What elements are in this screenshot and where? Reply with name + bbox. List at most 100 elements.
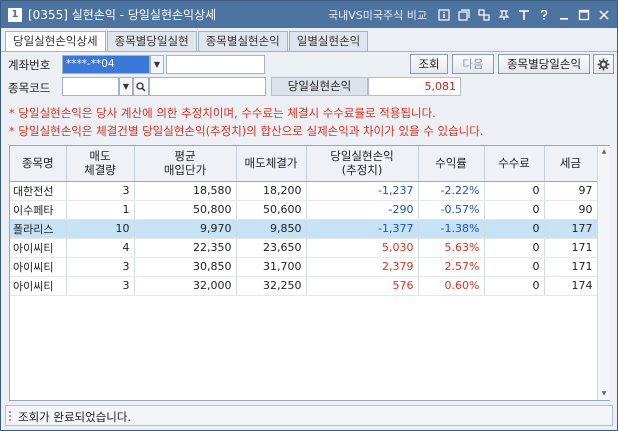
- cell-sell-qty: 4: [66, 238, 135, 258]
- link-window-icon[interactable]: [477, 8, 491, 22]
- cell-return-rate: 0.60%: [418, 276, 485, 296]
- app-window: 1 [0355] 실현손익 - 당일실현손익상세 국내VS미국주식 비교 당일실…: [0, 0, 618, 431]
- cell-tax: 90: [544, 200, 598, 220]
- close-icon[interactable]: [597, 8, 611, 22]
- header-daily-pl[interactable]: 당일실현손익 (추정치): [306, 146, 419, 182]
- cell-stock-name: 폴라리스: [10, 219, 67, 239]
- cell-tax: 174: [544, 276, 598, 296]
- table-row[interactable]: 아이씨티 4 22,350 23,650 5,030 5.63% 0 171: [10, 238, 598, 258]
- compare-link[interactable]: 국내VS미국주식 비교: [328, 7, 427, 23]
- tab-daily-by-stock[interactable]: 종목별당일실현: [106, 31, 197, 51]
- cell-daily-pl: -1,377: [306, 219, 419, 239]
- table-row[interactable]: 이수페타 1 50,800 50,600 -290 -0.57% 0 90: [10, 200, 598, 220]
- tab-realized-by-stock[interactable]: 종목별실현손익: [197, 31, 288, 51]
- header-fee[interactable]: 수수료: [484, 146, 545, 182]
- cell-avg-buy-price: 30,850: [134, 257, 237, 277]
- account-name-field: [166, 55, 265, 74]
- cell-return-rate: 2.57%: [418, 257, 485, 277]
- info-icon[interactable]: [437, 8, 451, 22]
- cell-sell-price: 9,850: [236, 219, 307, 239]
- help-icon[interactable]: [537, 8, 551, 22]
- cell-sell-qty: 10: [66, 219, 135, 239]
- cell-avg-buy-price: 50,800: [134, 200, 237, 220]
- cell-daily-pl: -290: [306, 200, 419, 220]
- table-row[interactable]: 대한전선 3 18,580 18,200 -1,237 -2.22% 0 97: [10, 181, 598, 201]
- notice-difference: * 당일실현손익은 체결건별 당일실현손익(추정치)의 합산으로 실제손익과 차…: [9, 124, 484, 138]
- cell-avg-buy-price: 32,000: [134, 276, 237, 296]
- pin-icon[interactable]: [497, 8, 511, 22]
- vertical-scrollbar[interactable]: ▲ ▼: [597, 146, 610, 400]
- account-label: 계좌번호: [8, 58, 51, 72]
- cell-sell-price: 18,200: [236, 181, 307, 201]
- cell-sell-price: 31,700: [236, 257, 307, 277]
- cell-sell-qty: 3: [66, 181, 135, 201]
- settings-button[interactable]: [593, 54, 614, 74]
- cell-daily-pl: 5,030: [306, 238, 419, 258]
- header-avg-buy-price[interactable]: 평균 매입단가: [134, 146, 237, 182]
- by-stock-pl-button[interactable]: 종목별당일손익: [498, 54, 590, 74]
- cell-stock-name: 아이씨티: [10, 276, 67, 296]
- cell-sell-price: 32,250: [236, 276, 307, 296]
- table-header-row: 종목명 매도 체결량 평균 매입단가 매도체결가 당일실현손익 (추정치) 수익률 수…: [10, 146, 598, 182]
- cell-return-rate: -0.57%: [418, 200, 485, 220]
- cell-stock-name: 이수페타: [10, 200, 67, 220]
- cell-fee: 0: [484, 181, 545, 201]
- font-size-icon[interactable]: [517, 8, 531, 22]
- table-row[interactable]: 아이씨티 3 32,000 32,250 576 0.60% 0 174: [10, 276, 598, 296]
- scroll-down-arrow-icon[interactable]: ▼: [598, 388, 610, 400]
- cell-fee: 0: [484, 200, 545, 220]
- query-button[interactable]: 조회: [410, 54, 448, 74]
- cell-stock-name: 아이씨티: [10, 238, 67, 258]
- cell-sell-qty: 3: [66, 257, 135, 277]
- cell-daily-pl: -1,237: [306, 181, 419, 201]
- cell-return-rate: -2.22%: [418, 181, 485, 201]
- status-message: 조회가 완료되었습니다.: [18, 410, 132, 424]
- cell-tax: 171: [544, 257, 598, 277]
- cell-stock-name: 아이씨티: [10, 257, 67, 277]
- next-button[interactable]: 다음: [452, 54, 494, 74]
- stock-code-dropdown-button[interactable]: ▼: [119, 77, 133, 96]
- notice-estimate: * 당일실현손익은 당사 계산에 의한 추정치이며, 수수료는 체결시 수수료률…: [9, 106, 436, 120]
- window-number-icon: 1: [8, 7, 22, 22]
- window-title: [0355] 실현손익 - 당일실현손익상세: [28, 8, 217, 22]
- table-row[interactable]: 폴라리스 10 9,970 9,850 -1,377 -1.38% 0 177: [10, 219, 598, 239]
- cell-tax: 177: [544, 219, 598, 239]
- cell-daily-pl: 2,379: [306, 257, 419, 277]
- table-row[interactable]: 아이씨티 3 30,850 31,700 2,379 2.57% 0 171: [10, 257, 598, 277]
- cell-avg-buy-price: 18,580: [134, 181, 237, 201]
- account-number-field[interactable]: ****-**04: [62, 55, 150, 74]
- cell-avg-buy-price: 22,350: [134, 238, 237, 258]
- stock-search-button[interactable]: [133, 77, 149, 96]
- copy-window-icon[interactable]: [457, 8, 471, 22]
- stock-name-field: [149, 77, 266, 96]
- stock-code-input[interactable]: [62, 77, 119, 96]
- status-bar: 조회가 완료되었습니다.: [5, 405, 613, 426]
- cell-sell-qty: 3: [66, 276, 135, 296]
- status-grip-icon: [9, 411, 11, 421]
- header-stock-name[interactable]: 종목명: [10, 146, 67, 182]
- header-tax[interactable]: 세금: [544, 146, 598, 182]
- header-sell-qty[interactable]: 매도 체결량: [66, 146, 135, 182]
- tab-daily-realized-detail[interactable]: 당일실현손익상세: [5, 31, 106, 52]
- realized-pl-grid[interactable]: 종목명 매도 체결량 평균 매입단가 매도체결가 당일실현손익 (추정치) 수익률 수…: [9, 145, 610, 401]
- cell-return-rate: -1.38%: [418, 219, 485, 239]
- cell-avg-buy-price: 9,970: [134, 219, 237, 239]
- tab-daily-realized[interactable]: 일별실현손익: [288, 31, 369, 51]
- cell-sell-price: 23,650: [236, 238, 307, 258]
- cell-sell-qty: 1: [66, 200, 135, 220]
- header-sell-price[interactable]: 매도체결가: [236, 146, 307, 182]
- cell-fee: 0: [484, 238, 545, 258]
- header-return-rate[interactable]: 수익률: [418, 146, 485, 182]
- cell-stock-name: 대한전선: [10, 181, 67, 201]
- minimize-icon[interactable]: [557, 8, 571, 22]
- scroll-up-arrow-icon[interactable]: ▲: [598, 146, 610, 158]
- account-dropdown-button[interactable]: ▼: [150, 55, 164, 74]
- cell-daily-pl: 576: [306, 276, 419, 296]
- stock-code-label: 종목코드: [8, 81, 51, 95]
- daily-pl-value: 5,081: [368, 77, 461, 96]
- tab-divider: [1, 51, 617, 52]
- title-bar[interactable]: 1 [0355] 실현손익 - 당일실현손익상세 국내VS미국주식 비교: [1, 1, 617, 28]
- cell-sell-price: 50,600: [236, 200, 307, 220]
- cell-tax: 171: [544, 238, 598, 258]
- maximize-icon[interactable]: [577, 8, 591, 22]
